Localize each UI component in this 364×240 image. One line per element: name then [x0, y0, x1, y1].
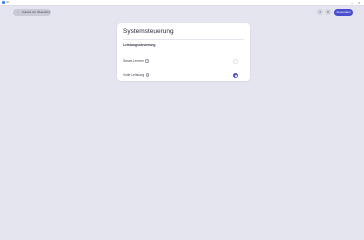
divider — [123, 39, 244, 40]
title-bar: UI – × — [0, 0, 364, 6]
back-button-label: Zurück zur Übersicht — [22, 10, 50, 14]
card-title: Systemsteuerung — [123, 28, 174, 35]
settings-icon[interactable]: ⚙ — [325, 9, 331, 15]
option-full-power[interactable]: Volle Leistung i — [123, 72, 244, 78]
apply-button[interactable]: Anwenden — [334, 9, 353, 16]
arrow-left-icon: ← — [17, 10, 20, 14]
app-logo-icon — [2, 1, 5, 4]
option-label-wrap: Smart-Lernen i — [123, 58, 149, 64]
system-control-card: Systemsteuerung Leistungssteuerung Smart… — [117, 23, 250, 81]
info-icon[interactable]: i — [145, 59, 149, 63]
app-name: UI — [6, 0, 9, 4]
minimize-button[interactable]: – — [351, 0, 353, 5]
option-label: Smart-Lernen — [123, 59, 144, 63]
option-label-wrap: Volle Leistung i — [123, 72, 150, 78]
history-icon[interactable]: ↺ — [317, 9, 323, 15]
info-icon[interactable]: i — [145, 73, 150, 77]
back-button[interactable]: ← Zurück zur Übersicht — [13, 9, 51, 16]
option-smart-learning[interactable]: Smart-Lernen i — [123, 58, 244, 64]
option-label: Volle Leistung — [123, 73, 145, 77]
close-button[interactable]: × — [358, 0, 360, 5]
radio-full-power[interactable] — [233, 73, 238, 78]
section-title: Leistungssteuerung — [123, 43, 156, 47]
radio-smart-learning[interactable] — [233, 59, 238, 64]
